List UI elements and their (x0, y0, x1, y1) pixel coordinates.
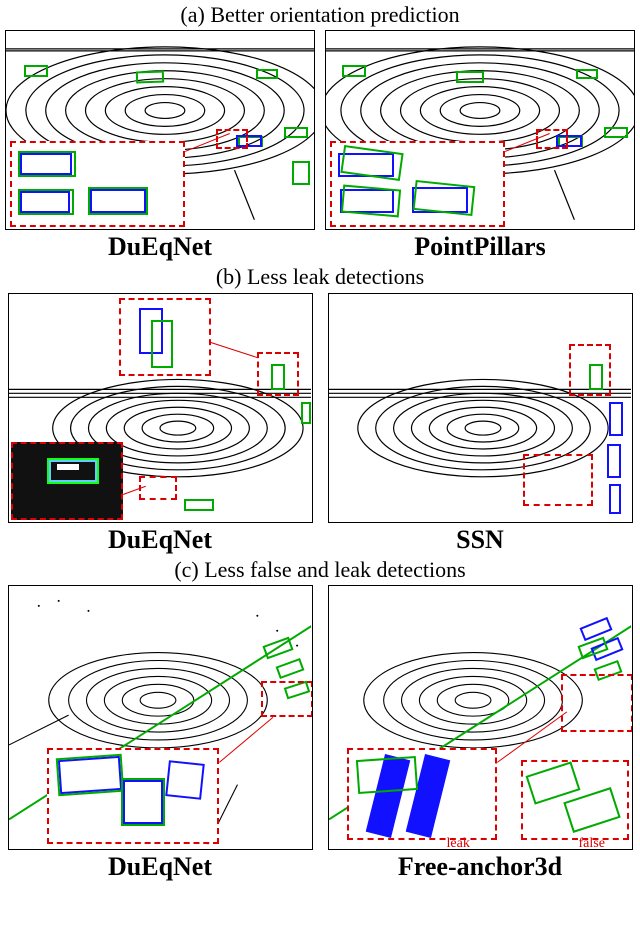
gt-box (55, 754, 123, 797)
callout-empty (523, 454, 593, 506)
panel-a-dueqnet (5, 30, 315, 230)
callout-zoom (330, 141, 505, 227)
panel-c-dueqnet (8, 585, 313, 850)
panel-c-freeanchor: leak false (328, 585, 633, 850)
cell-c-left: DuEqNet (0, 585, 320, 882)
pred-box (609, 484, 621, 514)
gt-box (121, 778, 165, 826)
gt-box (301, 402, 311, 424)
callout-zoom-leak (347, 748, 497, 840)
gt-box (284, 127, 308, 138)
caption-c: (c) Less false and leak detections (0, 555, 640, 585)
cell-c-right: leak false Free-anchor3d (320, 585, 640, 882)
annot-leak: leak (447, 836, 470, 850)
callout-region (261, 681, 313, 717)
callout-source (536, 129, 568, 149)
panel-b-ssn (328, 293, 633, 523)
gt-box (184, 499, 214, 511)
gt-box (24, 65, 48, 77)
row-b: DuEqNet SSN (0, 293, 640, 555)
callout-zoom-dark (11, 442, 123, 520)
gt-box (136, 71, 164, 84)
cell-a-right: PointPillars (320, 30, 640, 262)
gt-box (355, 756, 417, 794)
gt-box (256, 69, 278, 79)
label-b-left: DuEqNet (108, 525, 212, 555)
gt-box (292, 161, 310, 185)
callout-source (216, 129, 248, 149)
label-a-left: DuEqNet (108, 232, 212, 262)
gt-box (456, 71, 484, 83)
gt-box (604, 127, 628, 138)
cell-b-left: DuEqNet (0, 293, 320, 555)
label-c-right: Free-anchor3d (398, 852, 562, 882)
point-cluster (57, 464, 79, 470)
callout-zoom (10, 141, 185, 227)
gt-box (18, 189, 74, 215)
pred-box (607, 444, 621, 478)
callout-source (139, 476, 177, 500)
gt-box (88, 187, 148, 215)
gt-box (341, 185, 401, 218)
panel-a-pointpillars (325, 30, 635, 230)
row-c: DuEqNet leak (0, 585, 640, 882)
callout-zoom (47, 748, 219, 844)
row-a: DuEqNet (0, 30, 640, 262)
label-c-left: DuEqNet (108, 852, 212, 882)
annot-false: false (579, 836, 605, 850)
callout-source (257, 352, 299, 396)
gt-box (576, 69, 598, 79)
gt-box (151, 320, 173, 368)
callout-zoom-false (521, 760, 629, 840)
gt-box (525, 761, 580, 804)
pred-box (609, 402, 623, 436)
label-a-right: PointPillars (414, 232, 545, 262)
pred-box (165, 760, 205, 800)
cell-a-left: DuEqNet (0, 30, 320, 262)
cell-b-right: SSN (320, 293, 640, 555)
gt-box (563, 787, 620, 833)
caption-b: (b) Less leak detections (0, 262, 640, 292)
label-b-right: SSN (456, 525, 504, 555)
caption-a: (a) Better orientation prediction (0, 0, 640, 30)
callout-region (561, 674, 633, 732)
callout-empty (569, 344, 611, 396)
callout-zoom (119, 298, 211, 376)
gt-box (342, 65, 366, 77)
gt-box (18, 151, 76, 177)
panel-b-dueqnet (8, 293, 313, 523)
